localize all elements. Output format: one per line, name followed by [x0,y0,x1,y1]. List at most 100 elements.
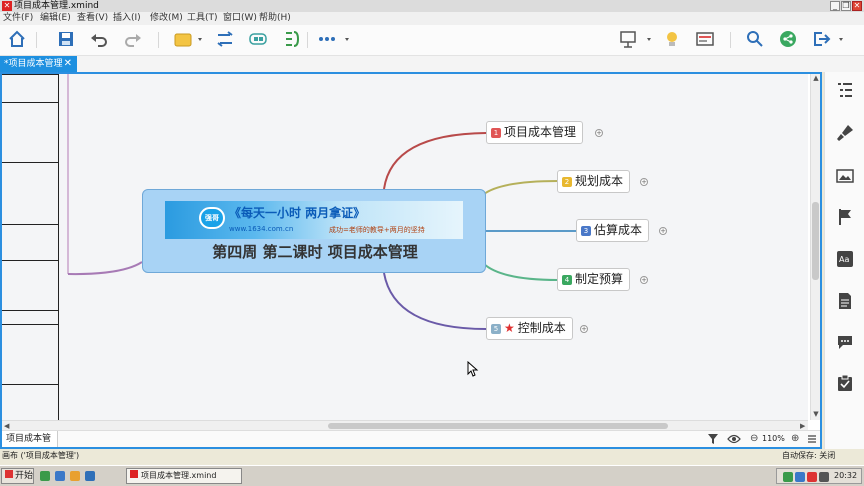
mouse-cursor-icon [467,361,479,377]
banner-site: www.1634.com.cn [229,225,294,233]
start-button[interactable]: 开始 [1,468,34,484]
tab-close-icon[interactable]: ✕ [64,56,72,72]
topic-label: 制定预算 [575,272,624,286]
export-icon[interactable] [812,30,848,50]
tab-mindmap[interactable]: *项目成本管理 ✕ [0,56,77,72]
taskbar-item-xmind[interactable]: 项目成本管理.xmind [126,468,242,484]
toolbar-separator [307,32,308,48]
quicklaunch-icon[interactable] [70,471,80,481]
close-window-button[interactable]: ✕ [852,1,862,11]
priority-2-icon: 2 [562,177,572,187]
tray-icon[interactable] [807,472,817,482]
marker-flag-icon[interactable] [836,208,854,226]
menu-modify[interactable]: 修改(M) [150,12,183,25]
central-topic[interactable]: 强哥 《每天一小时 两月拿证》 www.1634.com.cn 成功=老师的教导… [142,189,486,273]
more-icon[interactable] [318,30,352,50]
volume-icon[interactable] [819,472,829,482]
window-title: 项目成本管理.xmind [14,1,99,11]
undo-icon[interactable] [90,30,108,50]
format-brush-icon[interactable] [836,124,854,142]
topic-determine-budget[interactable]: 4 制定预算 [557,268,631,291]
expand-collapse-button[interactable]: + [595,129,603,137]
share-icon[interactable] [779,30,797,50]
relationship-icon[interactable] [216,30,234,50]
status-left-text: 画布 ('项目成本管理') [2,451,80,460]
save-icon[interactable] [57,30,75,50]
autosave-status: 自动保存: 关闭 [782,451,836,460]
topic-plan-cost[interactable]: 2 规划成本 [557,170,631,193]
filter-icon[interactable] [707,433,719,447]
app-status-line: 画布 ('项目成本管理') 自动保存: 关闭 [0,449,864,463]
expand-collapse-button[interactable]: + [580,325,588,333]
menu-view[interactable]: 查看(V) [77,12,108,25]
notes-icon[interactable] [836,292,854,310]
layout-icon[interactable] [696,30,714,50]
horizontal-scrollbar[interactable]: ◀ ▶ [2,420,808,430]
title-bar: ✕ 项目成本管理.xmind _ ❐ ✕ [0,0,864,12]
home-icon[interactable] [8,30,26,50]
boundary-icon[interactable] [249,30,267,50]
toolbar-separator [158,32,159,48]
minimize-button[interactable]: _ [830,1,840,11]
menu-icon[interactable] [807,433,817,447]
tab-label: *项目成本管理 [4,59,63,69]
topic-label: 控制成本 [517,321,566,335]
topic-icon[interactable] [174,30,204,50]
quicklaunch-icon[interactable] [55,471,65,481]
right-side-panel: Aa [824,72,864,449]
zoom-in-button[interactable]: ⊕ [791,433,799,445]
outline-icon[interactable] [836,81,854,99]
tray-icon[interactable] [783,472,793,482]
menu-help[interactable]: 帮助(H) [259,12,291,25]
comment-icon[interactable] [836,333,854,351]
topic-label: 估算成本 [594,223,643,237]
menu-edit[interactable]: 编辑(E) [40,12,71,25]
vertical-scroll-thumb[interactable] [812,202,819,280]
summary-icon[interactable] [283,30,301,50]
vertical-scrollbar[interactable]: ▲ ▼ [810,74,820,420]
svg-text:Aa: Aa [839,255,849,264]
priority-1-icon: 1 [491,128,501,138]
topic-control-cost[interactable]: 5 ★ 控制成本 [486,317,573,340]
menu-file[interactable]: 文件(F) [3,12,33,25]
priority-3-icon: 3 [581,226,591,236]
scroll-down-icon[interactable]: ▼ [811,410,820,418]
menu-window[interactable]: 窗口(W) [223,12,257,25]
redo-icon[interactable] [124,30,142,50]
restore-button[interactable]: ❐ [841,1,851,11]
expand-collapse-button[interactable]: + [640,178,648,186]
topic-estimate-cost[interactable]: 3 估算成本 [576,219,650,242]
toolbar-separator [36,32,37,48]
priority-4-icon: 4 [562,275,572,285]
start-label: 开始 [15,471,34,481]
search-icon[interactable] [746,30,764,50]
text-style-icon[interactable]: Aa [836,250,854,268]
sheet-tab[interactable]: 项目成本管理 [2,431,58,447]
presentation-icon[interactable] [619,30,655,50]
topic-label: 项目成本管理 [504,125,577,139]
clock: 20:32 [834,471,858,480]
mindmap-canvas[interactable]: 强哥 《每天一小时 两月拿证》 www.1634.com.cn 成功=老师的教导… [2,74,808,420]
tray-icon[interactable] [795,472,805,482]
menu-insert[interactable]: 插入(I) [113,12,141,25]
eye-icon[interactable] [727,433,741,447]
expand-collapse-button[interactable]: + [640,276,648,284]
banner-slogan: 《每天一小时 两月拿证》 [229,206,366,220]
topic-project-cost-management[interactable]: 1 项目成本管理 [486,121,584,144]
quicklaunch-icon[interactable] [85,471,95,481]
task-icon[interactable] [836,374,854,392]
banner-badge: 强哥 [199,207,225,229]
banner-motto: 成功=老师的教导+两月的坚持 [329,226,425,234]
priority-5-icon: 5 [491,324,501,334]
editor-status-bar: 项目成本管理 ⊖ 110% ⊕ [2,430,820,447]
image-icon[interactable] [836,167,854,185]
zoom-level[interactable]: 110% [762,431,785,447]
ie-icon[interactable] [40,471,50,481]
idea-icon[interactable] [663,30,681,50]
menu-tools[interactable]: 工具(T) [187,12,218,25]
central-topic-title: 第四周 第二课时 项目成本管理 [212,243,418,261]
zoom-out-button[interactable]: ⊖ [750,433,758,445]
scroll-up-icon[interactable]: ▲ [811,74,820,82]
horizontal-scroll-thumb[interactable] [328,423,668,429]
expand-collapse-button[interactable]: + [659,227,667,235]
